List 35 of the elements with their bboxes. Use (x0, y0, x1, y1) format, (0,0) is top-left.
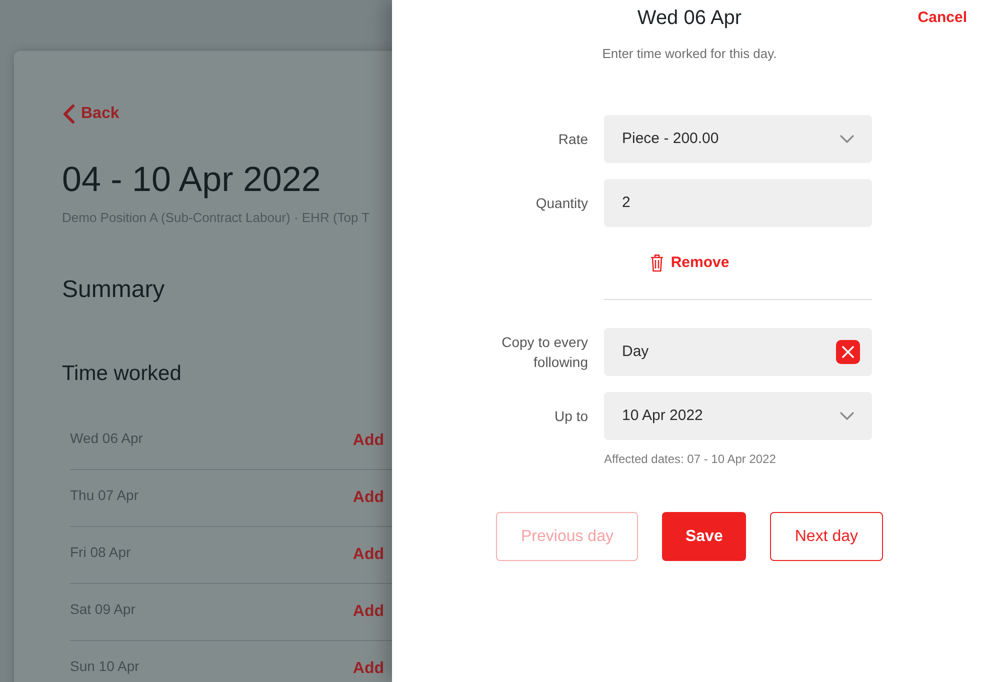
add-link[interactable]: Add (352, 600, 384, 624)
panel-title: Wed 06 Apr (637, 6, 742, 30)
day-label: Sun 10 Apr (70, 656, 140, 676)
chevron-left-icon (62, 104, 75, 124)
clear-button[interactable] (836, 340, 860, 364)
chevron-down-icon (840, 135, 854, 143)
remove-button[interactable]: Remove (650, 253, 730, 273)
day-label: Wed 06 Apr (70, 428, 143, 448)
field-label: Copy to every following (500, 333, 588, 372)
time-worked-heading: Time worked (62, 361, 182, 387)
affected-dates-text: Affected dates: 07 - 10 Apr 2022 (604, 452, 776, 466)
day-label: Fri 08 Apr (70, 542, 131, 562)
field-label: Up to (554, 407, 588, 426)
day-label: Sat 09 Apr (70, 600, 136, 619)
add-link[interactable]: Add (352, 542, 384, 566)
summary-heading: Summary (62, 276, 165, 304)
add-link[interactable]: Add (352, 486, 384, 510)
save-button[interactable]: Save (662, 512, 746, 561)
dropdown-field[interactable]: 10 Apr 2022 (604, 392, 872, 440)
cancel-link[interactable]: Cancel (918, 8, 967, 28)
nav-button[interactable]: Next day (770, 512, 883, 561)
add-link[interactable]: Add (352, 656, 384, 680)
close-icon (842, 346, 854, 358)
day-label: Thu 07 Apr (70, 486, 138, 505)
instruction-text: Enter time worked for this day. (602, 45, 777, 63)
back-link[interactable]: Back (62, 104, 120, 124)
field-label: Rate (557, 130, 588, 149)
trash-icon (650, 254, 664, 272)
chevron-down-icon (840, 412, 854, 420)
page-title: 04 - 10 Apr 2022 (62, 161, 321, 199)
dropdown-field[interactable]: Piece - 200.00 (604, 115, 872, 163)
input-field[interactable]: Day (604, 328, 872, 376)
field-label: Quantity (534, 194, 588, 213)
add-link[interactable]: Add (352, 428, 384, 452)
input-field[interactable]: 2 (604, 179, 872, 227)
